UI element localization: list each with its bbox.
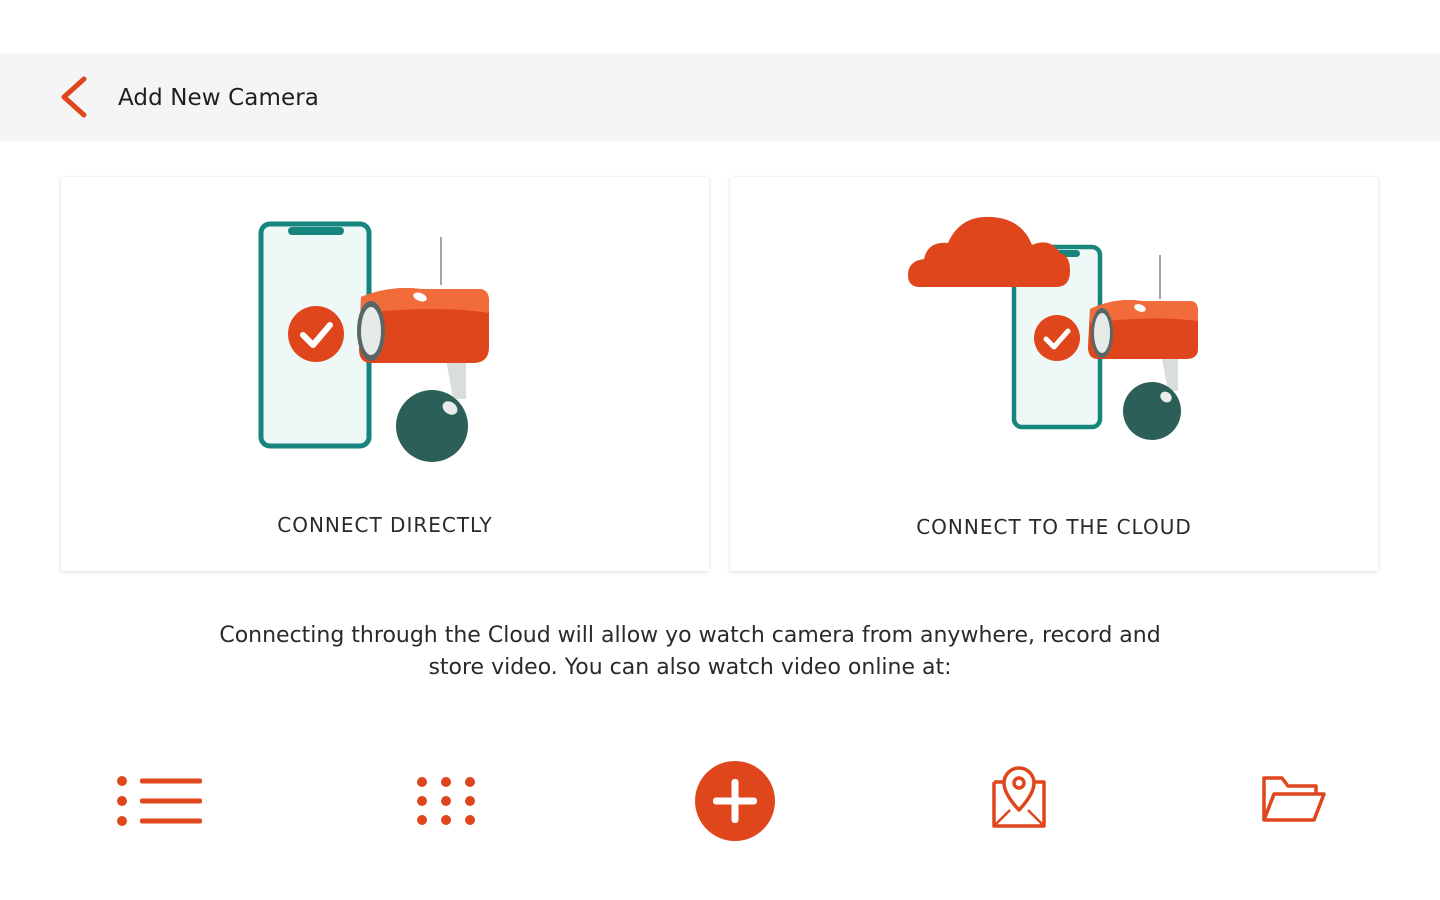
nav-map-button[interactable] bbox=[990, 766, 1048, 830]
connect-cloud-card[interactable]: CONNECT TO THE CLOUD bbox=[730, 177, 1378, 571]
nav-folder-button[interactable] bbox=[1258, 770, 1328, 826]
connect-cloud-label: CONNECT TO THE CLOUD bbox=[916, 515, 1192, 539]
chevron-left-icon bbox=[61, 76, 87, 118]
info-line-2: store video. You can also watch video on… bbox=[428, 655, 952, 680]
nav-list-button[interactable] bbox=[112, 776, 204, 826]
cloud-phone-camera-illustration bbox=[908, 216, 1198, 440]
info-line-1: Connecting through the Cloud will allow … bbox=[219, 623, 1161, 648]
folder-icon bbox=[1262, 776, 1326, 822]
phone-camera-illustration bbox=[258, 221, 489, 462]
page-title: Add New Camera bbox=[118, 85, 319, 111]
nav-grid-button[interactable] bbox=[412, 776, 480, 826]
connect-directly-label: CONNECT DIRECTLY bbox=[277, 513, 493, 537]
grid-icon bbox=[417, 777, 475, 825]
add-icon bbox=[695, 761, 775, 841]
app-root: Add New Camera CONNECT DIRECTLY CONNECT … bbox=[0, 0, 1440, 900]
bottom-navigation bbox=[0, 750, 1440, 850]
back-button[interactable] bbox=[56, 75, 96, 119]
connect-directly-card[interactable]: CONNECT DIRECTLY bbox=[61, 177, 709, 571]
list-icon bbox=[117, 776, 202, 826]
header-bar: Add New Camera bbox=[0, 53, 1440, 141]
cloud-info-text: Connecting through the Cloud will allow … bbox=[170, 620, 1210, 684]
map-pin-icon bbox=[992, 766, 1046, 828]
nav-add-button[interactable] bbox=[694, 760, 776, 842]
